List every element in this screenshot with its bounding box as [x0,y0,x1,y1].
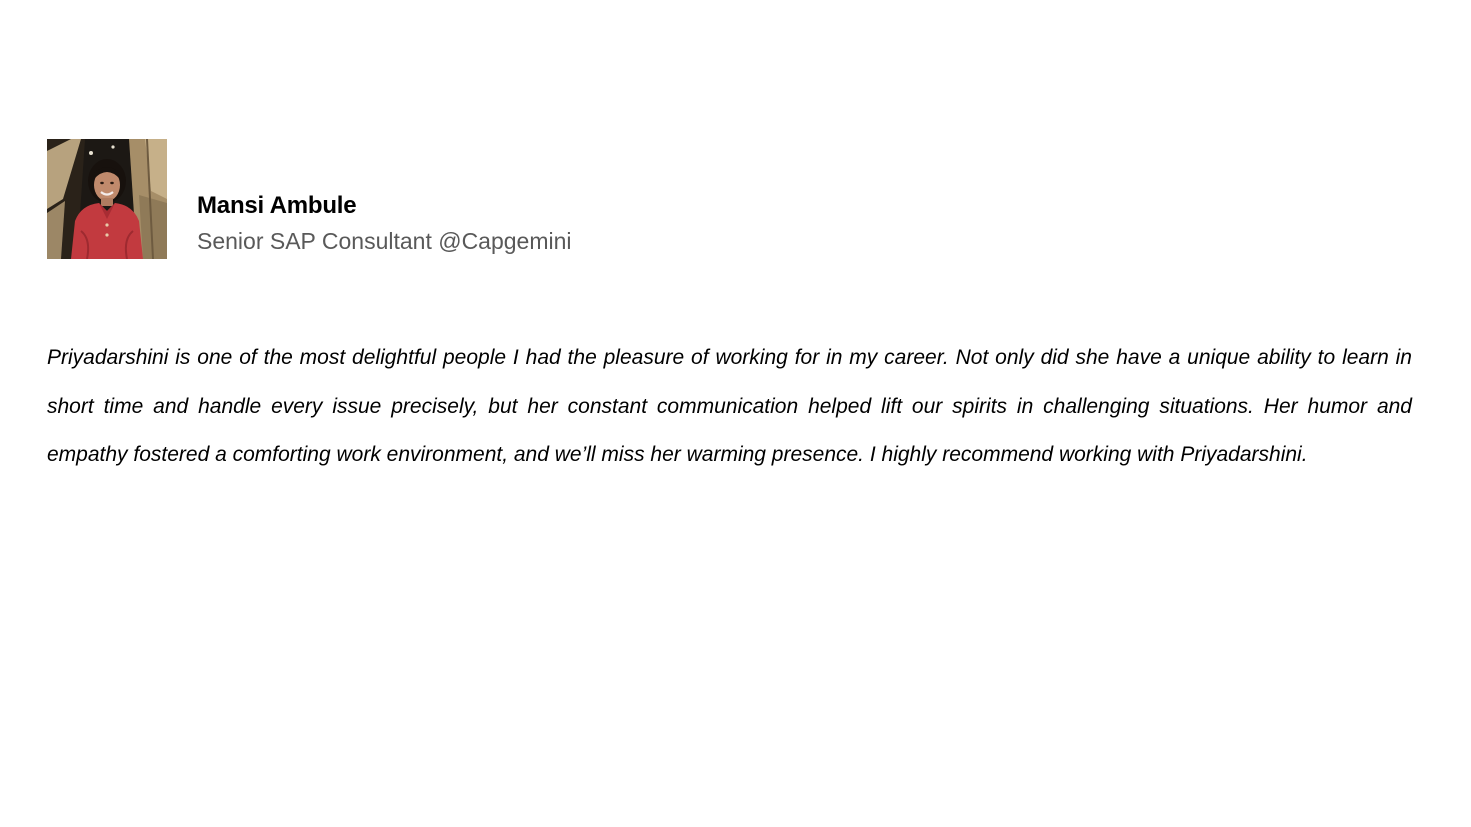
identity-block: Mansi Ambule Senior SAP Consultant @Capg… [197,191,572,257]
profile-photo-icon [47,139,167,259]
person-title: Senior SAP Consultant @Capgemini [197,228,572,254]
person-name: Mansi Ambule [197,192,357,219]
profile-header: Mansi Ambule Senior SAP Consultant @Capg… [47,139,572,259]
avatar [47,139,167,259]
testimonial-text: Priyadarshini is one of the most delight… [47,346,1412,466]
